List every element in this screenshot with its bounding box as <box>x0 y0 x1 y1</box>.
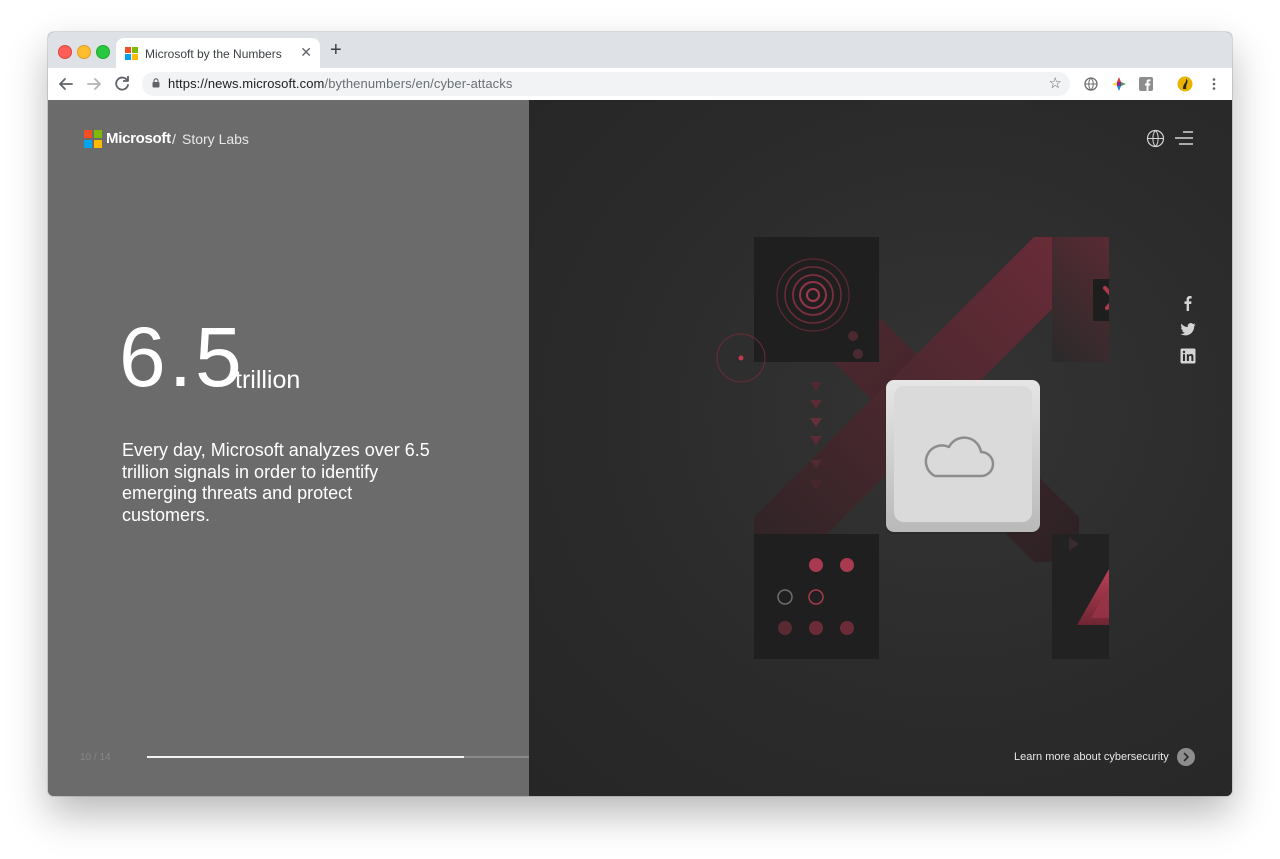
stat-panel: Microsoft / Story Labs 6.5 trillion Ever… <box>48 100 529 796</box>
menu-icon[interactable] <box>1175 130 1193 146</box>
target-dot <box>738 355 744 361</box>
globe-extension-icon[interactable] <box>1083 76 1099 92</box>
zoom-window-button[interactable] <box>96 45 110 59</box>
microsoft-logo-icon[interactable] <box>84 130 102 148</box>
avatar[interactable] <box>1177 76 1193 92</box>
microsoft-favicon-icon <box>125 47 138 60</box>
twitter-icon[interactable] <box>1180 321 1196 337</box>
browser-tab[interactable]: Microsoft by the Numbers ✕ <box>116 38 320 68</box>
star-icon[interactable]: ☆ <box>1049 74 1062 92</box>
page-counter: 10 / 14 <box>80 752 111 763</box>
dot <box>809 621 823 635</box>
learn-more-link[interactable]: Learn more about cybersecurity <box>1014 751 1169 763</box>
dot <box>840 621 854 635</box>
stat-number: 6.5 <box>119 310 245 404</box>
address-bar[interactable]: https://news.microsoft.com/bythenumbers/… <box>142 72 1070 96</box>
facebook-icon[interactable] <box>1180 295 1196 311</box>
url-host: https://news.microsoft.com <box>168 76 325 91</box>
dot <box>809 558 823 572</box>
back-icon[interactable] <box>54 72 78 96</box>
close-window-button[interactable] <box>58 45 72 59</box>
new-tab-button[interactable]: + <box>330 40 342 60</box>
progress-fill <box>147 756 465 758</box>
globe-icon[interactable] <box>1146 129 1165 148</box>
error-square <box>1093 279 1109 321</box>
linkedin-icon[interactable] <box>1180 348 1196 364</box>
more-menu-icon[interactable] <box>1206 76 1222 92</box>
chevron-right-icon[interactable] <box>1177 748 1195 766</box>
tab-strip: Microsoft by the Numbers ✕ + <box>48 32 1232 68</box>
cyber-illustration <box>716 237 1109 659</box>
page-content: Microsoft / Story Labs 6.5 trillion Ever… <box>48 100 1232 796</box>
illustration-panel: Learn more about cybersecurity <box>529 100 1232 796</box>
browser-toolbar: https://news.microsoft.com/bythenumbers/… <box>48 68 1232 101</box>
stat-description: Every day, Microsoft analyzes over 6.5 t… <box>122 440 430 525</box>
dot <box>853 349 863 359</box>
breadcrumb-separator: / <box>172 131 176 147</box>
tab-close-icon[interactable]: ✕ <box>300 44 312 61</box>
lock-icon <box>152 78 160 88</box>
minimize-window-button[interactable] <box>77 45 91 59</box>
url-text[interactable]: https://news.microsoft.com/bythenumbers/… <box>168 76 512 91</box>
tile-dots <box>754 534 879 659</box>
tab-title: Microsoft by the Numbers <box>145 47 282 61</box>
cloud-key-face <box>894 386 1032 522</box>
stat-unit: trillion <box>235 366 301 394</box>
dot <box>840 558 854 572</box>
url-path: /bythenumbers/en/cyber-attacks <box>324 76 513 91</box>
dot <box>848 331 858 341</box>
dot <box>778 621 792 635</box>
forward-icon[interactable] <box>82 72 106 96</box>
browser-window: Microsoft by the Numbers ✕ + https://new… <box>48 32 1232 796</box>
breadcrumb-story-labs[interactable]: Story Labs <box>182 131 249 147</box>
facebook-extension-icon[interactable] <box>1138 76 1154 92</box>
brand-name[interactable]: Microsoft <box>106 130 171 147</box>
reload-icon[interactable] <box>110 72 134 96</box>
colorful-extension-icon[interactable] <box>1111 76 1127 92</box>
